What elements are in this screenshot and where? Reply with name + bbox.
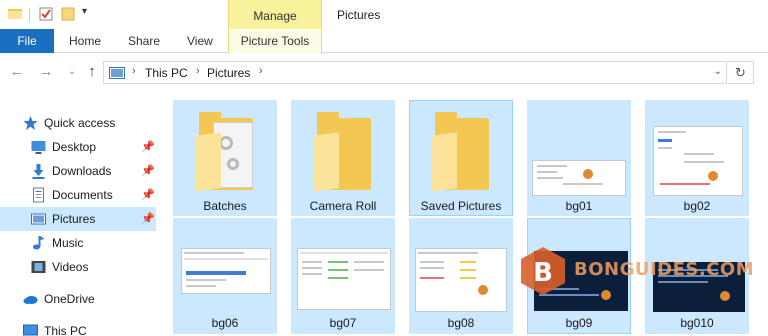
- file-name: Camera Roll: [309, 199, 377, 213]
- b-hexagon-icon: B: [521, 247, 565, 295]
- breadcrumb-separator: ›: [132, 65, 136, 77]
- watermark-logo: B BONGUIDES.COM: [518, 245, 754, 297]
- file-name: bg09: [565, 316, 593, 330]
- new-folder-icon[interactable]: [60, 6, 76, 22]
- videos-icon: [31, 261, 46, 273]
- music-icon: [33, 236, 45, 250]
- ribbon-tabs: File Home Share View Picture Tools: [0, 29, 768, 54]
- refresh-icon[interactable]: ↻: [728, 61, 754, 84]
- address-bar[interactable]: › This PC › Pictures › ⌄: [103, 61, 727, 84]
- file-name: bg02: [683, 199, 711, 213]
- download-icon: [32, 164, 45, 179]
- sidebar-item-label: Documents: [52, 188, 113, 202]
- sidebar-item-label: OneDrive: [44, 292, 95, 306]
- breadcrumb-separator: ›: [196, 65, 200, 77]
- pictures-icon: [31, 213, 46, 225]
- sidebar-item-label: This PC: [44, 324, 87, 336]
- image-thumbnail: [415, 248, 507, 312]
- recent-locations-icon[interactable]: ⌄: [63, 63, 81, 81]
- file-item-folder[interactable]: Camera Roll: [291, 100, 395, 216]
- image-thumbnail: [181, 248, 271, 294]
- window-title: Pictures: [337, 8, 381, 22]
- tab-share[interactable]: Share: [128, 29, 160, 53]
- navigation-pane: Quick access Desktop 📌 Downloads 📌 Docum…: [0, 100, 158, 336]
- pin-icon[interactable]: 📌: [141, 140, 155, 153]
- properties-icon[interactable]: [38, 6, 54, 22]
- image-thumbnail: [653, 126, 743, 196]
- documents-icon: [33, 187, 44, 203]
- file-item-folder[interactable]: Batches: [173, 100, 277, 216]
- folder-small-icon: [8, 9, 22, 19]
- svg-text:B: B: [533, 258, 553, 288]
- forward-arrow-icon[interactable]: →: [37, 63, 55, 81]
- pc-icon: [23, 324, 38, 336]
- file-name: bg07: [329, 316, 357, 330]
- file-item-folder[interactable]: Saved Pictures: [409, 100, 513, 216]
- cloud-icon: [23, 296, 38, 304]
- up-arrow-icon[interactable]: ↑: [83, 63, 101, 81]
- star-icon: [23, 116, 38, 130]
- image-thumbnail: [297, 248, 391, 310]
- sidebar-item-label: Desktop: [52, 140, 97, 154]
- sidebar-item-this-pc[interactable]: This PC: [0, 319, 156, 336]
- navigation-bar: ← → ⌄ ↑ › This PC › Pictures › ⌄ ↻: [0, 54, 768, 92]
- tab-view[interactable]: View: [187, 29, 213, 53]
- sidebar-item-label: Quick access: [44, 116, 116, 130]
- file-name: bg01: [565, 199, 593, 213]
- tab-picture-tools[interactable]: Picture Tools: [228, 29, 322, 54]
- file-name: bg010: [680, 316, 714, 330]
- file-item-image[interactable]: bg02: [645, 100, 749, 216]
- file-name: bg08: [447, 316, 475, 330]
- file-item-image[interactable]: bg08: [409, 218, 513, 334]
- sidebar-item-onedrive[interactable]: OneDrive: [0, 287, 156, 311]
- title-bar: ▾ Manage Pictures: [0, 0, 768, 29]
- file-name: Saved Pictures: [420, 199, 502, 213]
- address-dropdown-icon[interactable]: ⌄: [714, 66, 722, 77]
- file-name: bg06: [211, 316, 239, 330]
- folder-icon: [429, 112, 493, 192]
- sidebar-item-label: Videos: [52, 260, 89, 274]
- sidebar-item-label: Downloads: [52, 164, 112, 178]
- sidebar-item-label: Pictures: [52, 212, 96, 226]
- pin-icon[interactable]: 📌: [141, 188, 155, 201]
- tab-file[interactable]: File: [0, 29, 54, 53]
- breadcrumb-pictures[interactable]: Pictures: [207, 66, 250, 80]
- customize-qa-icon[interactable]: ▾: [82, 6, 98, 22]
- sidebar-item-pictures[interactable]: Pictures 📌: [0, 207, 156, 231]
- image-thumbnail: [532, 160, 626, 196]
- sidebar-item-videos[interactable]: Videos: [0, 255, 156, 279]
- watermark-text: BONGUIDES.COM: [574, 259, 755, 280]
- manage-context-tab[interactable]: Manage: [228, 0, 322, 29]
- breadcrumb-this-pc[interactable]: This PC: [145, 66, 188, 80]
- sidebar-item-label: Music: [52, 236, 84, 250]
- file-item-image[interactable]: bg06: [173, 218, 277, 334]
- tab-home[interactable]: Home: [69, 29, 101, 53]
- sidebar-item-documents[interactable]: Documents 📌: [0, 183, 156, 207]
- qa-separator: [29, 8, 30, 22]
- pictures-location-icon: [109, 67, 125, 79]
- folder-icon: [311, 112, 375, 192]
- sidebar-item-music[interactable]: Music: [0, 231, 156, 255]
- sidebar-item-desktop[interactable]: Desktop 📌: [0, 135, 156, 159]
- back-arrow-icon[interactable]: ←: [8, 63, 26, 81]
- pin-icon[interactable]: 📌: [141, 212, 155, 225]
- file-item-image[interactable]: bg07: [291, 218, 395, 334]
- sidebar-item-quick-access[interactable]: Quick access: [0, 111, 156, 135]
- file-item-image[interactable]: bg01: [527, 100, 631, 216]
- breadcrumb-separator: ›: [259, 65, 263, 77]
- file-view: Batches Camera Roll Saved Pictures bg01: [163, 98, 768, 336]
- pin-icon[interactable]: 📌: [141, 164, 155, 177]
- folder-with-files-icon: [193, 112, 257, 192]
- sidebar-item-downloads[interactable]: Downloads 📌: [0, 159, 156, 183]
- desktop-icon: [31, 141, 46, 154]
- file-name: Batches: [203, 199, 247, 213]
